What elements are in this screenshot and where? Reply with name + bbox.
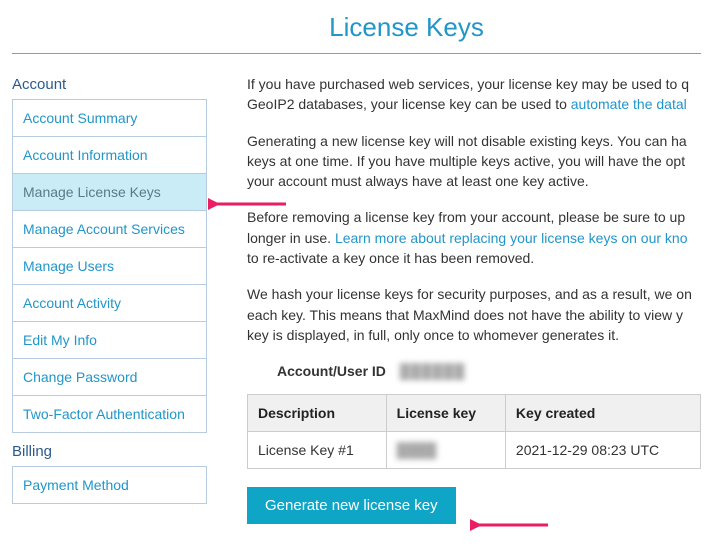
nav-list-account: Account Summary Account Information Mana… (12, 99, 207, 433)
blurred-key: ████ (397, 442, 437, 458)
sidebar-item-edit-my-info[interactable]: Edit My Info (13, 322, 206, 359)
sidebar-item-change-password[interactable]: Change Password (13, 359, 206, 396)
intro-paragraph-1: If you have purchased web services, your… (247, 74, 701, 115)
cell-key-created: 2021-12-29 08:23 UTC (505, 431, 700, 468)
sidebar-section-account: Account (12, 76, 207, 93)
title-divider (12, 53, 701, 54)
intro-paragraph-2: Generating a new license key will not di… (247, 131, 701, 192)
th-description: Description (248, 394, 387, 431)
sidebar-item-account-activity[interactable]: Account Activity (13, 285, 206, 322)
license-keys-table: Description License key Key created Lice… (247, 394, 701, 470)
table-row: License Key #1 ████ 2021-12-29 08:23 UTC (248, 431, 701, 468)
sidebar-item-manage-account-services[interactable]: Manage Account Services (13, 211, 206, 248)
generate-new-license-key-button[interactable]: Generate new license key (247, 487, 456, 524)
cell-description: License Key #1 (248, 431, 387, 468)
learn-more-link[interactable]: Learn more about replacing your license … (335, 230, 688, 246)
sidebar-item-two-factor-auth[interactable]: Two-Factor Authentication (13, 396, 206, 432)
cell-license-key: ████ (386, 431, 505, 468)
text: GeoIP2 databases, your license key can b… (247, 96, 571, 112)
main-content: If you have purchased web services, your… (207, 74, 701, 524)
nav-list-billing: Payment Method (12, 466, 207, 504)
text: If you have purchased web services, your… (247, 76, 689, 92)
sidebar-item-manage-license-keys[interactable]: Manage License Keys (13, 174, 206, 211)
account-id-label: Account/User ID (277, 361, 386, 381)
th-license-key: License key (386, 394, 505, 431)
text: to re-activate a key once it has been re… (247, 250, 534, 266)
page-title: License Keys (100, 0, 713, 53)
sidebar-item-account-information[interactable]: Account Information (13, 137, 206, 174)
automate-link[interactable]: automate the datal (571, 96, 687, 112)
sidebar-section-billing: Billing (12, 443, 207, 460)
account-id-value: ██████ (400, 361, 466, 381)
intro-paragraph-3: Before removing a license key from your … (247, 207, 701, 268)
sidebar-item-account-summary[interactable]: Account Summary (13, 100, 206, 137)
sidebar-item-manage-users[interactable]: Manage Users (13, 248, 206, 285)
account-id-row: Account/User ID ██████ (247, 361, 701, 381)
sidebar-item-payment-method[interactable]: Payment Method (13, 467, 206, 503)
sidebar: Account Account Summary Account Informat… (12, 74, 207, 524)
intro-paragraph-4: We hash your license keys for security p… (247, 284, 701, 345)
th-key-created: Key created (505, 394, 700, 431)
